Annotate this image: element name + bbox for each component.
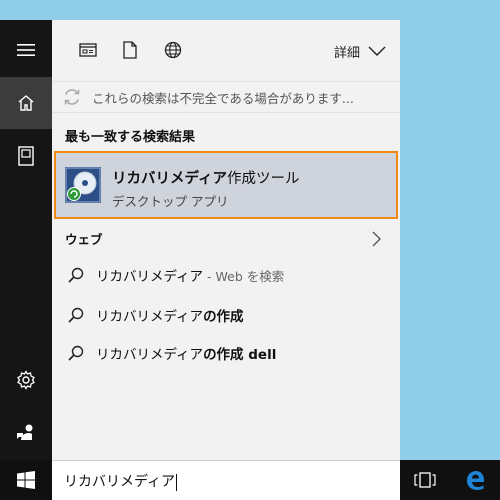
web-header: ウェブ: [65, 232, 103, 247]
search-panel: 詳細 これらの検索は不完全である場合があります... 最も一致する検索結果 リカ…: [52, 20, 400, 460]
edge-browser-button[interactable]: [450, 460, 500, 500]
web-result[interactable]: リカバリメディアの作成: [52, 299, 400, 331]
feedback-button[interactable]: [0, 406, 52, 458]
text-caret: [176, 473, 178, 491]
best-match-title: リカバリメディア作成ツール: [112, 171, 300, 187]
best-match-result[interactable]: リカバリメディア作成ツール デスクトップ アプリ: [54, 151, 398, 219]
search-icon: [68, 267, 84, 283]
settings-gear-icon: [17, 370, 35, 390]
notebook-button[interactable]: [0, 130, 52, 182]
hamburger-menu-button[interactable]: [0, 24, 52, 76]
best-match-header: 最も一致する検索結果: [65, 130, 196, 145]
edge-browser-icon: [467, 471, 484, 490]
result-query: リカバリメディア: [96, 269, 204, 285]
documents-filter-icon: [123, 41, 137, 59]
task-view-button[interactable]: [400, 460, 450, 500]
home-button[interactable]: [0, 77, 52, 129]
home-icon: [18, 95, 34, 111]
start-button[interactable]: [0, 460, 52, 500]
apps-filter-icon: [79, 43, 97, 57]
taskbar: リカバリメディア: [0, 460, 500, 500]
notice-text: これらの検索は不完全である場合があります...: [92, 90, 354, 106]
recovery-media-app-icon: [65, 167, 101, 203]
web-result[interactable]: リカバリメディアの作成 dell: [52, 337, 400, 369]
chevron-right-icon[interactable]: [372, 231, 382, 247]
web-result[interactable]: リカバリメディア - Web を検索: [52, 259, 400, 291]
search-icon: [68, 307, 84, 323]
web-filter-button[interactable]: [161, 38, 185, 62]
result-query: リカバリメディア: [96, 347, 204, 363]
result-suggestion: の作成: [203, 309, 244, 325]
filter-toolbar: 詳細: [52, 20, 400, 80]
details-label: 詳細: [333, 45, 360, 61]
documents-filter-button[interactable]: [118, 38, 142, 62]
result-suggestion: の作成 dell: [203, 347, 277, 363]
feedback-icon: [17, 424, 33, 440]
hamburger-menu-icon: [17, 44, 35, 56]
web-filter-icon: [164, 41, 182, 59]
search-input[interactable]: リカバリメディア: [52, 460, 400, 500]
search-query-text: リカバリメディア: [64, 474, 176, 490]
result-query: リカバリメディア: [96, 309, 204, 325]
task-view-icon: [414, 472, 436, 488]
notebook-icon: [18, 146, 34, 166]
details-dropdown[interactable]: 詳細: [334, 39, 386, 63]
sync-icon: [64, 89, 80, 105]
start-rail: [0, 20, 52, 460]
chevron-down-icon: [368, 46, 386, 56]
settings-button[interactable]: [0, 354, 52, 406]
incomplete-search-notice: これらの検索は不完全である場合があります...: [52, 81, 400, 113]
search-icon: [68, 345, 84, 361]
windows-logo-icon: [17, 471, 35, 489]
best-match-subtitle: デスクトップ アプリ: [112, 194, 229, 209]
apps-filter-button[interactable]: [76, 38, 100, 62]
result-suffix: - Web を検索: [203, 269, 285, 284]
